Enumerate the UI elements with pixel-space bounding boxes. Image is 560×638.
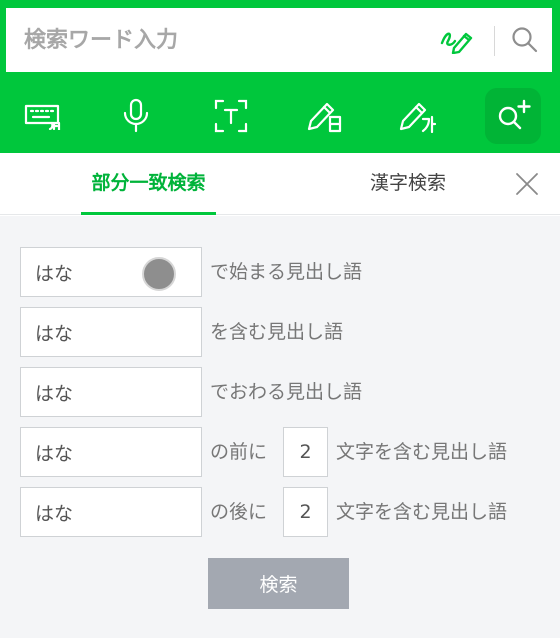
pen-kanji-icon[interactable]: [296, 88, 352, 144]
search-submit-button[interactable]: 検索: [208, 558, 349, 609]
chars-after-suffix-label: 文字を含む見出し語: [336, 501, 508, 523]
ends-with-input[interactable]: [20, 367, 202, 417]
tab-partial-match[interactable]: 部分一致検索: [81, 153, 216, 215]
handwriting-pen-icon[interactable]: [434, 20, 480, 60]
ends-with-label: でおわる見出し語: [210, 381, 363, 403]
search-button[interactable]: [502, 20, 548, 60]
text-scan-icon[interactable]: [203, 88, 259, 144]
row-chars-after: の後に 文字を含む見出し語: [0, 487, 560, 539]
chars-after-label: の後に: [210, 501, 268, 523]
row-starts-with: で始まる見出し語: [0, 247, 560, 299]
starts-with-input[interactable]: [20, 247, 202, 297]
chars-before-input[interactable]: [20, 427, 202, 477]
tab-kanji-search[interactable]: 漢字検索: [352, 153, 464, 215]
search-input[interactable]: [24, 20, 404, 60]
chars-before-count-input[interactable]: [283, 427, 328, 477]
row-ends-with: でおわる見出し語: [0, 367, 560, 419]
close-icon[interactable]: [510, 168, 544, 200]
chars-after-count-input[interactable]: [283, 487, 328, 537]
row-contains: を含む見出し語: [0, 307, 560, 359]
chars-before-suffix-label: 文字を含む見出し語: [336, 441, 508, 463]
keyboard-icon[interactable]: [16, 88, 72, 144]
pen-hangul-icon[interactable]: [389, 88, 445, 144]
starts-with-label: で始まる見出し語: [210, 261, 363, 283]
magnifier-icon: [512, 27, 538, 53]
dictionary-header: [0, 0, 560, 153]
contains-input[interactable]: [20, 307, 202, 357]
chars-before-label: の前に: [210, 441, 268, 463]
row-chars-before: の前に 文字を含む見出し語: [0, 427, 560, 479]
microphone-icon[interactable]: [108, 88, 164, 144]
search-plus-icon[interactable]: [485, 88, 541, 144]
search-box: [6, 8, 552, 72]
divider: [494, 26, 495, 56]
input-method-toolbar: [0, 86, 560, 146]
chars-after-input[interactable]: [20, 487, 202, 537]
search-mode-tabs: 部分一致検索 漢字検索: [0, 153, 560, 215]
partial-match-panel: で始まる見出し語 を含む見出し語 でおわる見出し語 の前に 文字を含む見出し語 …: [0, 216, 560, 638]
contains-label: を含む見出し語: [210, 321, 344, 343]
